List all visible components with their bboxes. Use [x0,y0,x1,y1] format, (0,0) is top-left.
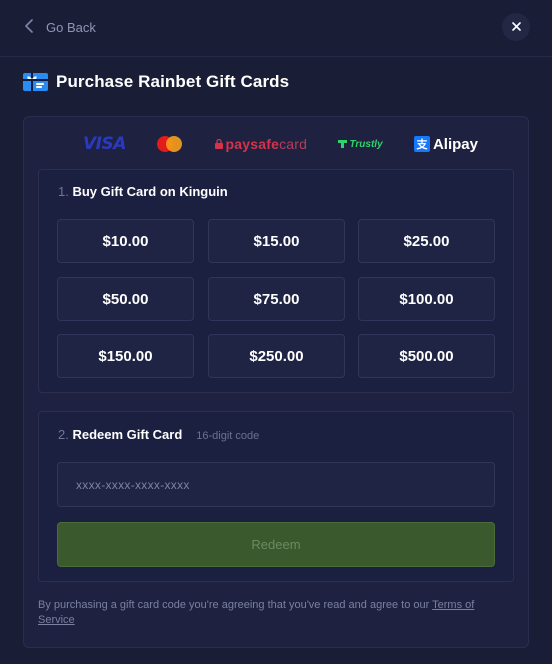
amount-button-75[interactable]: $75.00 [208,277,345,321]
paysafecard-text-b: card [279,136,308,152]
payment-methods: VISA paysafe card Trustly 支 Alipay [58,134,478,154]
paysafecard-logo: paysafe card [214,136,308,152]
alipay-icon: 支 [413,136,430,152]
close-button[interactable] [502,13,530,41]
paysafecard-text-a: paysafe [225,136,280,152]
step-1-number: 1. [58,184,69,199]
amount-button-100[interactable]: $100.00 [358,277,495,321]
top-bar: Go Back [0,0,552,57]
trustly-logo: Trustly [338,138,383,150]
redeem-button[interactable]: Redeem [57,522,495,567]
go-back-button[interactable]: Go Back [24,17,96,37]
terms-text: By purchasing a gift card code you're ag… [38,599,433,611]
trustly-text: Trustly [349,138,383,150]
amount-button-250[interactable]: $250.00 [208,334,345,378]
visa-logo: VISA [83,134,126,154]
step-1-label: Buy Gift Card on Kinguin [72,184,228,199]
close-icon [511,18,521,36]
alipay-text: Alipay [432,135,478,153]
step-2-number: 2. [58,427,69,442]
step-2-label: Redeem Gift Card [72,427,183,442]
gift-code-input[interactable] [57,462,495,507]
amount-button-15[interactable]: $15.00 [208,219,345,263]
amount-button-10[interactable]: $10.00 [57,219,194,263]
mastercard-logo [157,135,183,153]
amount-button-25[interactable]: $25.00 [358,219,495,263]
go-back-label: Go Back [46,19,96,35]
amount-button-150[interactable]: $150.00 [57,334,194,378]
code-length-hint: 16-digit code [196,430,260,442]
chevron-left-icon [24,18,36,36]
step-2-title: 2. Redeem Gift Card 16-digit code [58,427,259,442]
terms-notice: By purchasing a gift card code you're ag… [38,598,514,628]
alipay-logo: 支 Alipay [413,135,478,153]
page-header: Purchase Rainbet Gift Cards [23,71,289,93]
gift-card-icon [23,72,48,92]
page-title: Purchase Rainbet Gift Cards [56,72,290,91]
step-1-title: 1. Buy Gift Card on Kinguin [58,184,228,199]
amount-button-50[interactable]: $50.00 [57,277,194,321]
amount-button-500[interactable]: $500.00 [358,334,495,378]
